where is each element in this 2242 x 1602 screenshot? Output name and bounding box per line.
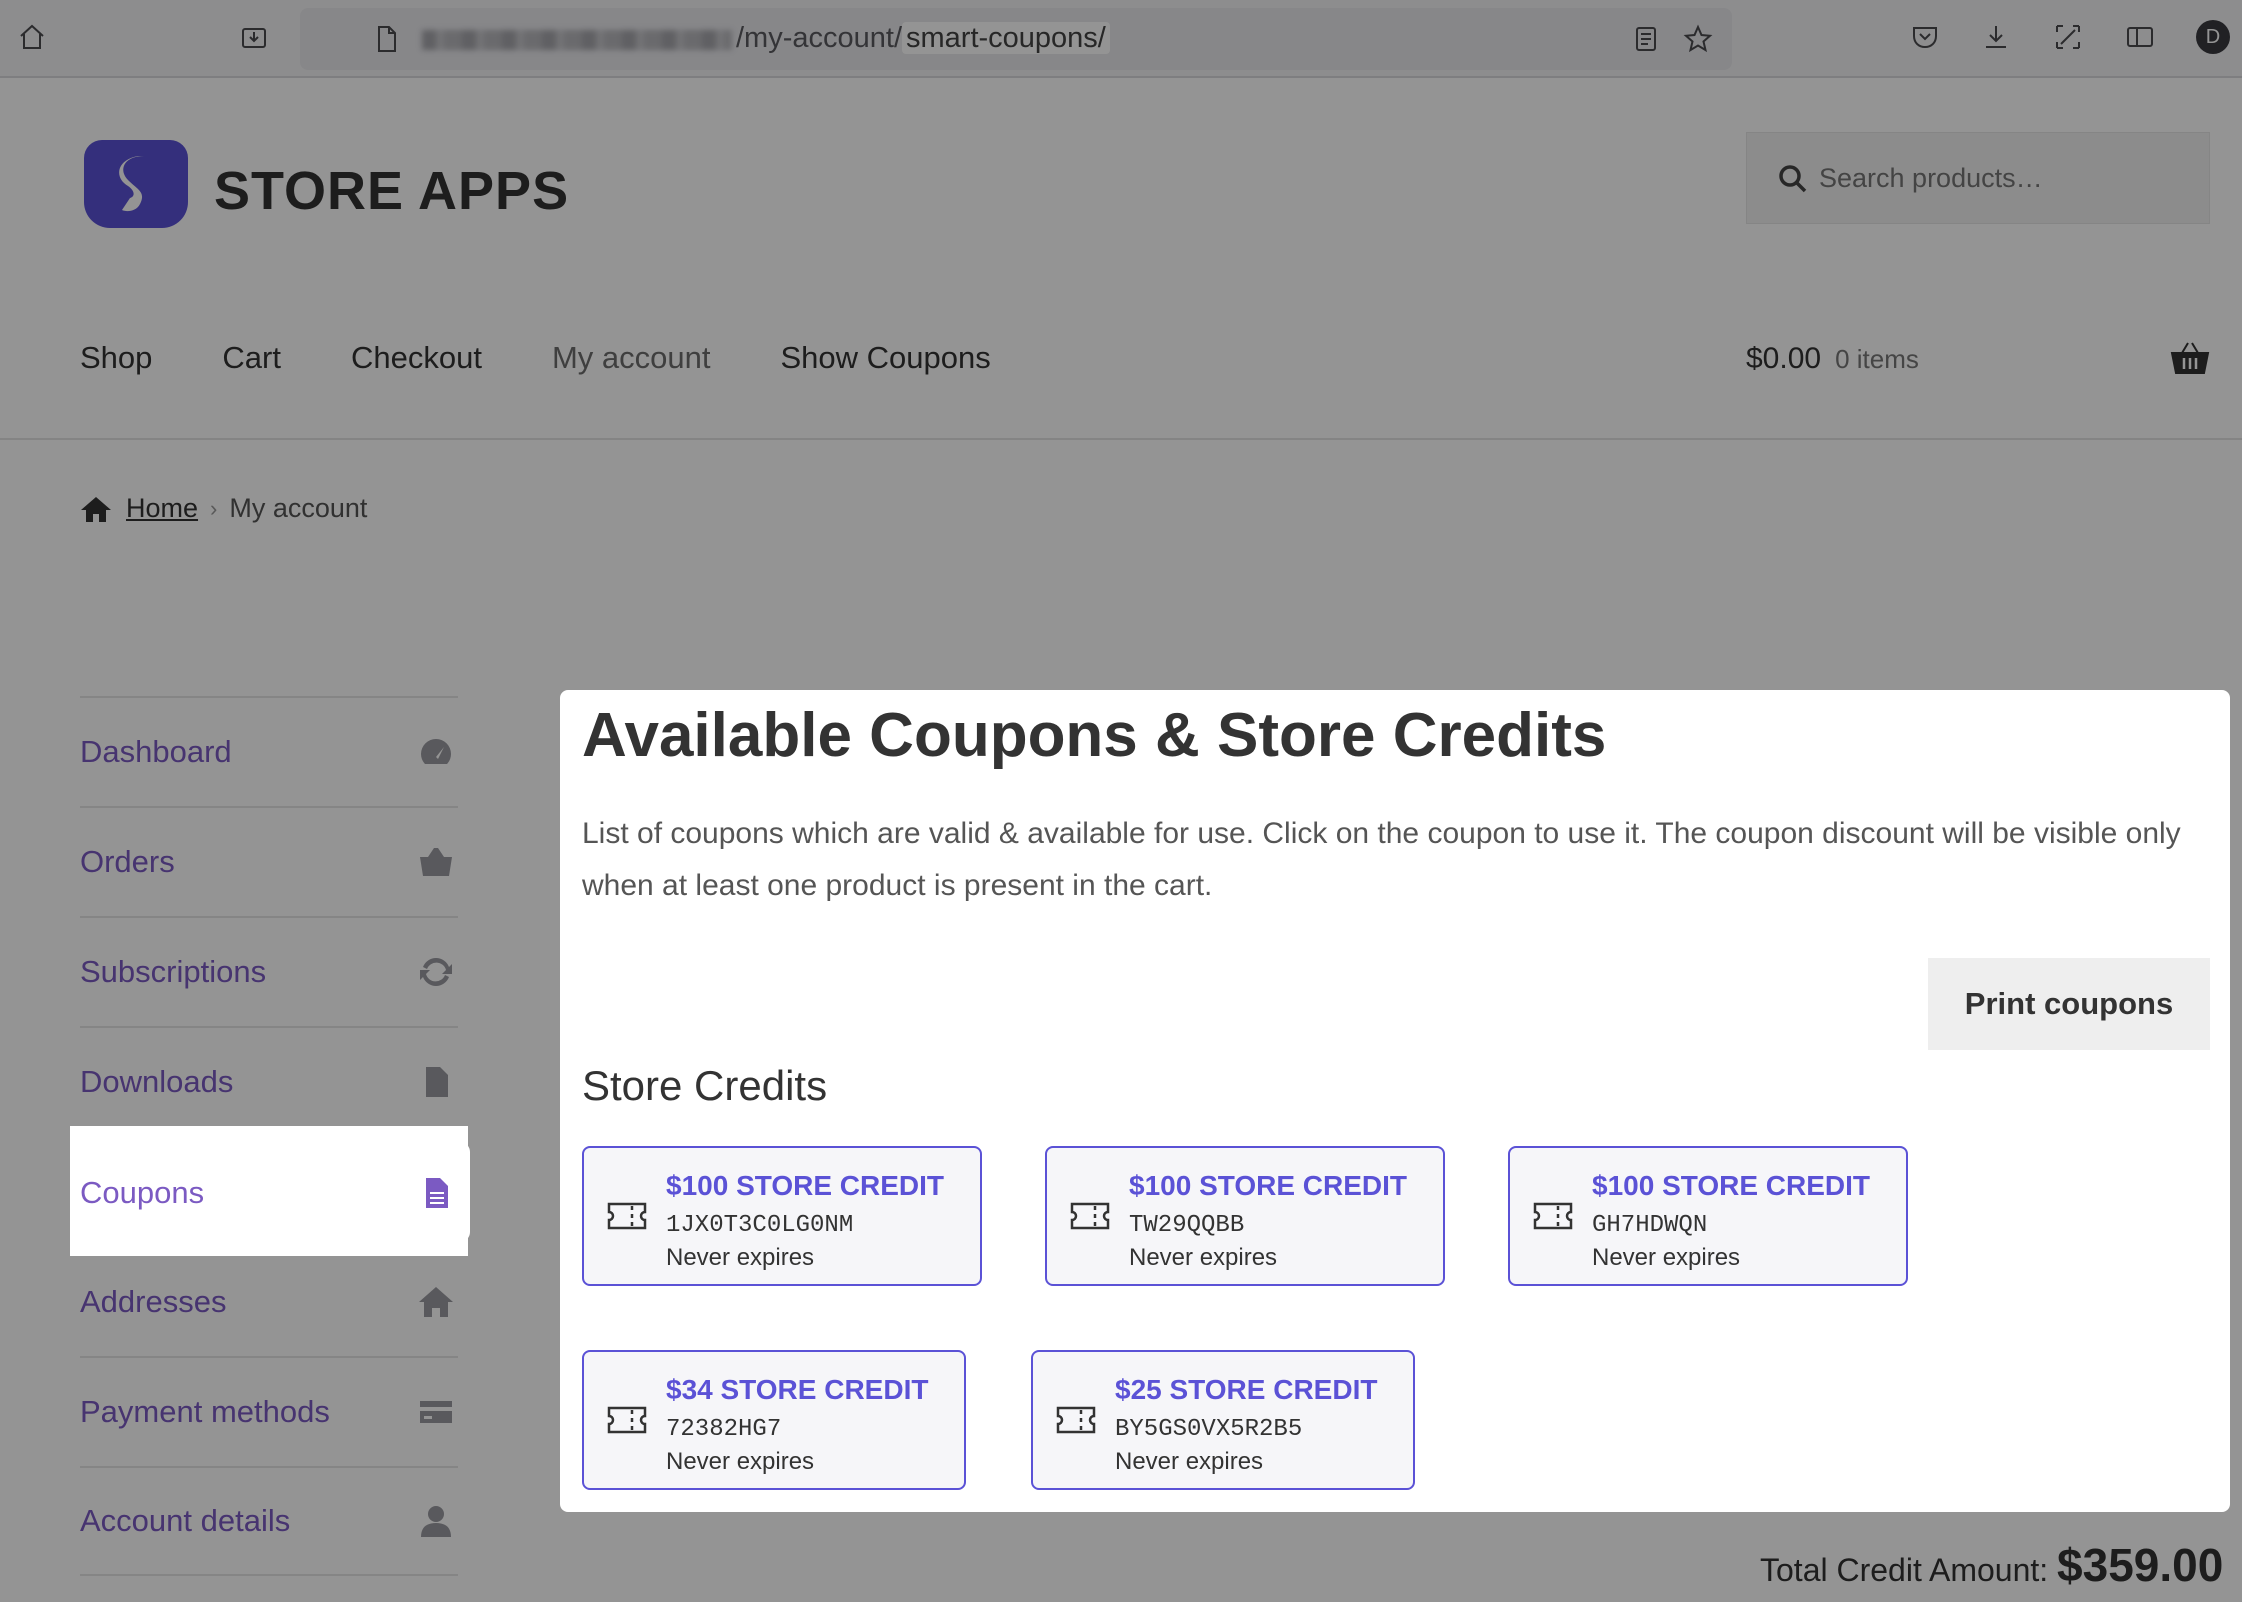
page-title: Available Coupons & Store Credits (582, 701, 1607, 770)
home-icon (419, 1287, 453, 1317)
coupon-code: 1JX0T3C0LG0NM (666, 1212, 854, 1239)
coupon-card[interactable]: $100 STORE CREDIT 1JX0T3C0LG0NM Never ex… (582, 1146, 982, 1286)
profile-avatar[interactable]: D (2196, 20, 2230, 54)
coupon-code: GH7HDWQN (1592, 1212, 1708, 1239)
coupon-amount: $100 STORE CREDIT (1592, 1170, 1871, 1201)
url-highlight: smart-coupons/ (902, 22, 1110, 54)
coupon-code: TW29QQBB (1129, 1212, 1245, 1239)
total-credit-value: $359.00 (2057, 1539, 2224, 1591)
cart-total: $0.00 (1746, 342, 1822, 375)
nav-checkout[interactable]: Checkout (351, 340, 482, 376)
reader-view-icon[interactable] (1626, 19, 1666, 59)
breadcrumb: Home › My account (80, 493, 367, 524)
download-icon[interactable] (1976, 17, 2016, 57)
site-header: STORE APPS Shop Cart Checkout My account… (0, 78, 2242, 440)
browser-toolbar: /my-account/smart-coupons/ D (0, 0, 2242, 78)
refresh-icon (420, 958, 452, 986)
sidebar-item-label: Subscriptions (80, 954, 267, 989)
sidebar-item-label: Dashboard (80, 734, 232, 769)
coupon-card[interactable]: $100 STORE CREDIT TW29QQBB Never expires (1045, 1146, 1445, 1286)
user-icon (421, 1506, 451, 1537)
coupon-amount: $100 STORE CREDIT (666, 1170, 945, 1201)
home-icon (81, 496, 111, 522)
print-coupons-button[interactable]: Print coupons (1928, 958, 2210, 1050)
header-cart[interactable]: $0.00 0 items (1746, 342, 1919, 376)
bookmark-star-icon[interactable] (1678, 19, 1718, 59)
coupon-amount: $25 STORE CREDIT (1115, 1374, 1378, 1405)
coupon-card[interactable]: $34 STORE CREDIT 72382HG7 Never expires (582, 1350, 966, 1490)
home-icon[interactable] (12, 17, 52, 57)
cart-items: 0 items (1835, 344, 1919, 374)
coupon-code: BY5GS0VX5R2B5 (1115, 1416, 1303, 1443)
coupon-expiry: Never expires (1592, 1244, 1741, 1271)
total-credit: Total Credit Amount: $359.00 (1760, 1538, 2223, 1592)
coupon-amount: $100 STORE CREDIT (1129, 1170, 1408, 1201)
credit-card-icon (420, 1401, 452, 1423)
sidebar-item-downloads[interactable]: Downloads (80, 1026, 458, 1136)
save-page-icon[interactable] (234, 17, 274, 57)
url-text[interactable]: /my-account/smart-coupons/ (736, 22, 1110, 55)
coupon-card[interactable]: $100 STORE CREDIT GH7HDWQN Never expires (1508, 1146, 1908, 1286)
screenshot-icon[interactable] (2048, 17, 2088, 57)
basket-icon[interactable] (2170, 340, 2210, 376)
sidebar-item-account-details[interactable]: Account details (80, 1466, 458, 1576)
file-download-icon (426, 1067, 448, 1097)
nav-shop[interactable]: Shop (80, 340, 152, 376)
sidebar-item-label: Downloads (80, 1064, 234, 1099)
chevron-right-icon: › (210, 495, 218, 521)
sidebar-item-addresses[interactable]: Addresses (80, 1246, 458, 1356)
pocket-icon[interactable] (1905, 17, 1945, 57)
main-nav: Shop Cart Checkout My account Show Coupo… (80, 340, 991, 376)
product-search (1746, 132, 2210, 224)
sidebar-item-payment-methods[interactable]: Payment methods (80, 1356, 458, 1466)
sidebar-item-label: Payment methods (80, 1394, 330, 1429)
sidebar-item-coupons-active[interactable]: Coupons (80, 1153, 458, 1233)
coupon-expiry: Never expires (1129, 1244, 1278, 1271)
coupon-code: 72382HG7 (666, 1416, 782, 1443)
basket-icon (420, 848, 452, 876)
document-icon (426, 1178, 448, 1208)
sidebar-toggle-icon[interactable] (2120, 17, 2160, 57)
sidebar-item-orders[interactable]: Orders (80, 806, 458, 916)
sidebar-item-label: Coupons (80, 1175, 205, 1210)
url-bar[interactable]: /my-account/smart-coupons/ (300, 8, 1732, 70)
search-icon (1779, 165, 1807, 193)
page-icon (366, 19, 406, 59)
sidebar-item-label: Account details (80, 1503, 291, 1538)
sidebar-item-label: Orders (80, 844, 175, 879)
store-apps-logo-icon[interactable] (84, 140, 188, 228)
ticket-icon (607, 1406, 647, 1434)
coupon-amount: $34 STORE CREDIT (666, 1374, 929, 1405)
account-sidebar: Dashboard Orders Subscriptions Downloads… (80, 696, 458, 1576)
ticket-icon (1533, 1202, 1573, 1230)
sidebar-item-subscriptions[interactable]: Subscriptions (80, 916, 458, 1026)
nav-show-coupons[interactable]: Show Coupons (780, 340, 990, 376)
section-title: Store Credits (582, 1062, 828, 1109)
coupon-expiry: Never expires (666, 1448, 815, 1475)
coupons-panel: Available Coupons & Store Credits List o… (560, 690, 2230, 1512)
nav-my-account[interactable]: My account (552, 340, 711, 376)
coupon-expiry: Never expires (1115, 1448, 1264, 1475)
nav-cart[interactable]: Cart (222, 340, 281, 376)
total-credit-label: Total Credit Amount: (1760, 1552, 2049, 1588)
sidebar-item-dashboard[interactable]: Dashboard (80, 696, 458, 806)
url-path: /my-account/ (736, 22, 902, 54)
ticket-icon (1070, 1202, 1110, 1230)
coupons-description: List of coupons which are valid & availa… (582, 817, 2181, 902)
search-input[interactable] (1819, 153, 2189, 203)
dashboard-gauge-icon (421, 739, 451, 764)
url-host-blurred (422, 30, 732, 50)
sidebar-item-label: Addresses (80, 1284, 227, 1319)
ticket-icon (607, 1202, 647, 1230)
coupon-expiry: Never expires (666, 1244, 815, 1271)
logo-text[interactable]: STORE APPS (214, 160, 569, 222)
breadcrumb-current: My account (229, 493, 368, 523)
coupon-card[interactable]: $25 STORE CREDIT BY5GS0VX5R2B5 Never exp… (1031, 1350, 1415, 1490)
ticket-icon (1056, 1406, 1096, 1434)
breadcrumb-home-link[interactable]: Home (126, 493, 198, 524)
